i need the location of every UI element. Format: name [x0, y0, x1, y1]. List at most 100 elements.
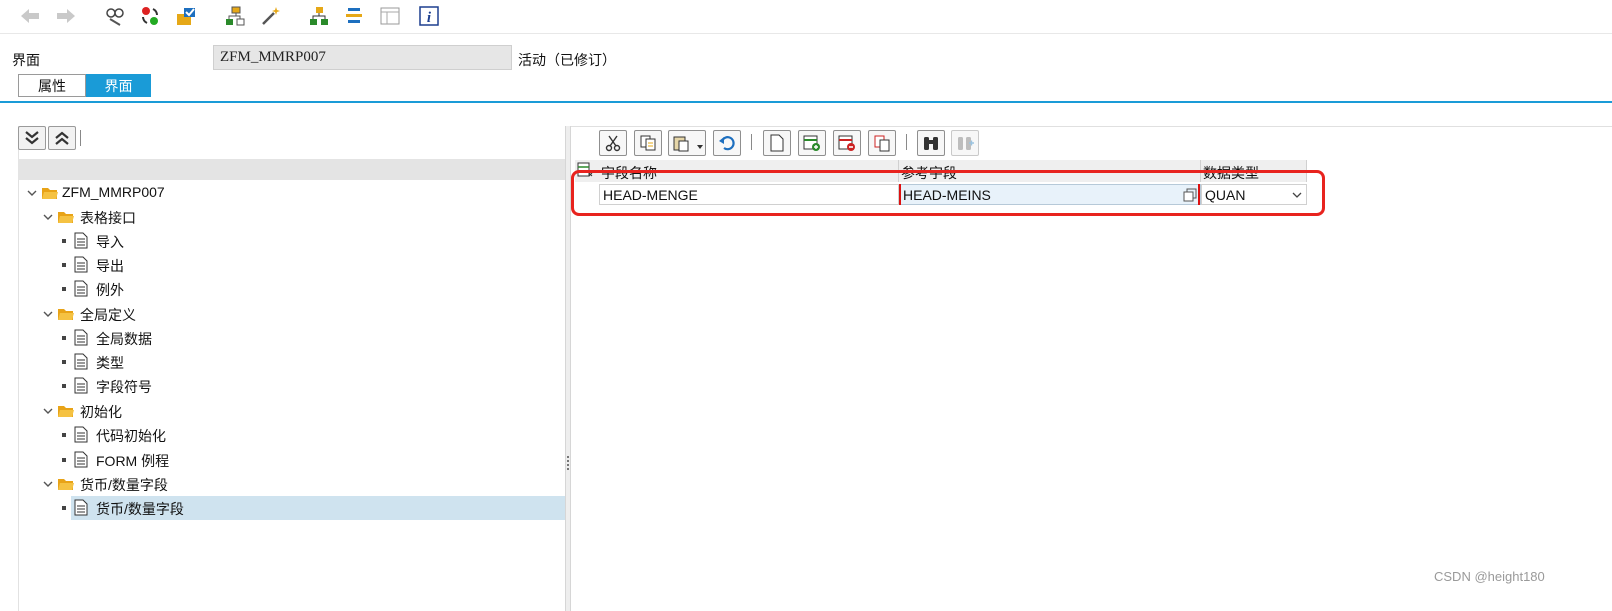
delete-row-icon	[838, 135, 855, 151]
chevron-down-icon[interactable]	[42, 478, 54, 490]
tree-node-currency-quantity-fields[interactable]: 货币/数量字段	[18, 496, 565, 520]
document-icon	[74, 256, 88, 273]
tree-node-field-symbols[interactable]: 字段符号	[18, 374, 565, 398]
paste-button[interactable]	[668, 130, 706, 156]
double-chevron-up-icon	[55, 131, 69, 145]
tree-node-root[interactable]: ZFM_MMRP007	[18, 181, 565, 205]
expand-all-button[interactable]	[18, 126, 46, 150]
tree-header	[18, 159, 565, 180]
tab-underline	[0, 101, 1612, 103]
tab-interface[interactable]: 界面	[86, 74, 151, 97]
tree-node-label: 类型	[96, 355, 124, 371]
dropdown-arrow-icon	[697, 145, 703, 149]
document-icon	[74, 377, 88, 394]
tree-node-label: ZFM_MMRP007	[62, 184, 165, 200]
toolbar-separator	[80, 130, 81, 146]
tree-node-form-routines[interactable]: FORM 例程	[18, 448, 565, 472]
tree-node-label: 表格接口	[80, 210, 136, 226]
bullet-icon	[62, 336, 66, 340]
tree-node-label: 全局数据	[96, 331, 152, 347]
document-icon	[74, 451, 88, 468]
status-text: 活动（已修订）	[518, 52, 616, 68]
tree-node-label: 货币/数量字段	[96, 501, 184, 517]
layout-table-icon[interactable]	[378, 4, 402, 28]
insert-row-icon	[803, 135, 820, 151]
toolbar-separator	[751, 134, 752, 150]
stack-list-icon[interactable]	[342, 4, 366, 28]
tree-node-global-data[interactable]: 全局数据	[18, 326, 565, 350]
back-arrow-icon[interactable]	[18, 4, 42, 28]
bullet-icon	[62, 287, 66, 291]
tree-node-import[interactable]: 导入	[18, 229, 565, 253]
document-icon	[74, 499, 88, 516]
annotation-highlight-box	[571, 170, 1325, 216]
chevron-down-icon[interactable]	[26, 187, 38, 199]
display-change-icon[interactable]	[103, 4, 127, 28]
document-icon	[74, 280, 88, 297]
tree-node-label: 导入	[96, 234, 124, 250]
folder-open-icon	[58, 406, 74, 417]
object-hierarchy-icon[interactable]	[223, 4, 247, 28]
tree-node-exceptions[interactable]: 例外	[18, 277, 565, 301]
grip-dot	[567, 456, 569, 458]
blank-page-icon	[770, 134, 784, 152]
check-object-icon[interactable]	[174, 4, 198, 28]
tree-node-types[interactable]: 类型	[18, 350, 565, 374]
scissors-icon	[605, 135, 621, 152]
chevron-down-icon[interactable]	[42, 308, 54, 320]
tree-node-label: 初始化	[80, 404, 122, 420]
find-next-button[interactable]	[951, 130, 979, 156]
bullet-icon	[62, 458, 66, 462]
copy-icon	[640, 135, 656, 151]
undo-icon	[719, 136, 735, 151]
tree-node-label: 字段符号	[96, 379, 152, 395]
forward-arrow-icon[interactable]	[54, 4, 78, 28]
tree-node-label: 货币/数量字段	[80, 477, 168, 493]
double-chevron-down-icon	[25, 131, 39, 145]
folder-open-icon	[58, 479, 74, 490]
tree-node-table-interface[interactable]: 表格接口	[18, 205, 565, 229]
binoculars-next-icon	[958, 137, 974, 150]
tree-node-label: FORM 例程	[96, 453, 170, 469]
tab-attributes[interactable]: 属性	[18, 74, 86, 97]
delete-row-button[interactable]	[833, 130, 861, 156]
tree-node-global-definitions[interactable]: 全局定义	[18, 302, 565, 326]
tree-node-label: 导出	[96, 258, 124, 274]
new-row-button[interactable]	[763, 130, 791, 156]
tree-node-currency-quantity-folder[interactable]: 货币/数量字段	[18, 472, 565, 496]
active-inactive-icon[interactable]	[138, 4, 162, 28]
tree-node-label: 例外	[96, 282, 124, 298]
copy-button[interactable]	[634, 130, 662, 156]
magic-wand-icon[interactable]	[259, 4, 283, 28]
document-icon	[74, 353, 88, 370]
function-module-name-field[interactable]: ZFM_MMRP007	[213, 45, 512, 70]
tree-node-label: 代码初始化	[96, 428, 166, 444]
copy-row-button[interactable]	[868, 130, 896, 156]
info-icon[interactable]: i	[417, 4, 441, 28]
bullet-icon	[62, 384, 66, 388]
bullet-icon	[62, 433, 66, 437]
interface-label: 界面	[12, 52, 40, 68]
bullet-icon	[62, 263, 66, 267]
folder-open-icon	[42, 188, 58, 199]
document-icon	[74, 329, 88, 346]
chevron-down-icon[interactable]	[42, 211, 54, 223]
insert-row-button[interactable]	[798, 130, 826, 156]
cut-button[interactable]	[599, 130, 627, 156]
tree-node-initialization[interactable]: 初始化	[18, 399, 565, 423]
find-button[interactable]	[917, 130, 945, 156]
chevron-down-icon[interactable]	[42, 405, 54, 417]
paste-icon	[673, 136, 689, 152]
org-structure-icon[interactable]	[307, 4, 331, 28]
document-icon	[74, 426, 88, 443]
tree-node-export[interactable]: 导出	[18, 253, 565, 277]
watermark-text: CSDN @height180	[1434, 569, 1545, 584]
bullet-icon	[62, 360, 66, 364]
folder-open-icon	[58, 309, 74, 320]
toolbar-separator	[906, 134, 907, 150]
undo-button[interactable]	[713, 130, 741, 156]
bullet-icon	[62, 506, 66, 510]
folder-open-icon	[58, 212, 74, 223]
tree-node-code-initialization[interactable]: 代码初始化	[18, 423, 565, 447]
collapse-all-button[interactable]	[48, 126, 76, 150]
